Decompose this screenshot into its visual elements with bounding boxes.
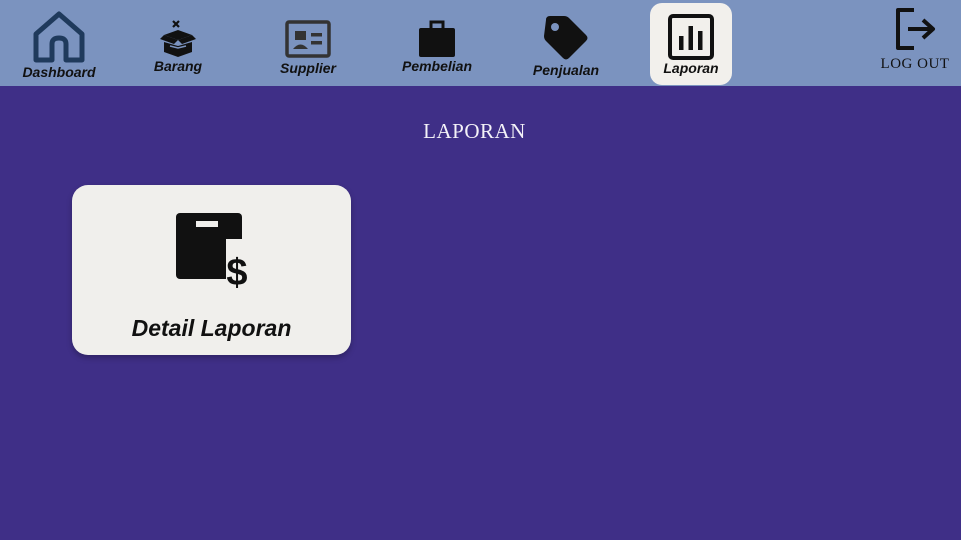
nav-item-barang[interactable]: Barang <box>140 20 216 74</box>
price-tag-icon <box>544 16 588 60</box>
nav-label-barang: Barang <box>153 58 203 74</box>
nav-item-pembelian[interactable]: Pembelian <box>396 18 478 74</box>
nav-label-penjualan: Penjualan <box>532 62 600 78</box>
nav-item-supplier[interactable]: Supplier <box>270 20 346 76</box>
nav-label-supplier: Supplier <box>279 60 336 76</box>
top-navigation-bar: Dashboard Barang Supplier Pembelian Penj… <box>0 0 961 86</box>
nav-item-dashboard[interactable]: Dashboard <box>16 10 102 80</box>
page-title: LAPORAN <box>423 119 526 143</box>
logout-label: LOG OUT <box>880 56 950 72</box>
id-card-icon <box>285 20 331 58</box>
nav-label-laporan: Laporan <box>663 60 719 76</box>
card-label: Detail Laporan <box>131 315 292 341</box>
shopping-bag-icon <box>419 20 455 57</box>
ledger-dollar-icon: $ <box>175 213 250 291</box>
logout-button[interactable]: LOG OUT <box>876 6 954 73</box>
logout-icon <box>896 8 935 50</box>
bar-chart-icon <box>668 14 714 60</box>
svg-text:$: $ <box>226 252 247 291</box>
nav-item-penjualan[interactable]: Penjualan <box>526 14 606 78</box>
nav-item-laporan[interactable]: Laporan <box>652 14 730 76</box>
nav-label-dashboard: Dashboard <box>22 64 96 80</box>
box-icon <box>160 20 196 57</box>
home-icon <box>33 11 85 63</box>
detail-laporan-card[interactable]: $ Detail Laporan <box>72 185 351 355</box>
nav-label-pembelian: Pembelian <box>401 58 473 74</box>
